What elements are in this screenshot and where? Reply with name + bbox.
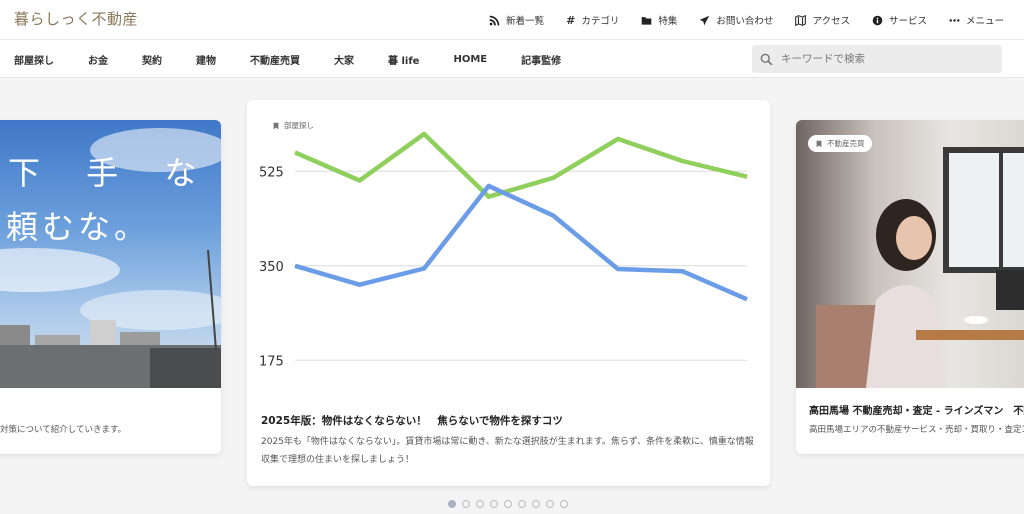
image-text-line-1: 下 手 な: [8, 154, 215, 192]
card-right-title[interactable]: 高田馬場 不動産売却・査定 - ラインズマン 不動: [809, 402, 1024, 417]
carousel-dot-6[interactable]: [518, 500, 526, 508]
nav-new-list-label: 新着一覧: [506, 16, 545, 27]
search-input[interactable]: [781, 53, 981, 65]
nav-menu-label: メニュー: [965, 16, 1004, 27]
top-nav: 新着一覧 # カテゴリ 特集 お問い合わせ アクセス サービス メニュー: [489, 0, 1004, 40]
search-box[interactable]: [752, 45, 1002, 73]
category-life[interactable]: 暮 life: [388, 52, 419, 67]
rss-icon: [489, 15, 500, 25]
carousel-card-right[interactable]: 不動産売買 高田馬場 不動産売却・査定 - ラインズマン 不動 高田馬場エリアの…: [796, 120, 1024, 454]
search-icon: [760, 53, 773, 65]
category-building[interactable]: 建物: [196, 52, 216, 67]
site-logo[interactable]: 暮らしっく不動産: [14, 8, 138, 29]
top-bar: 暮らしっく不動産 新着一覧 # カテゴリ 特集 お問い合わせ アクセス サービス…: [0, 0, 1024, 40]
nav-category-label: カテゴリ: [581, 16, 620, 27]
carousel-dot-2[interactable]: [462, 500, 470, 508]
nav-contact[interactable]: お問い合わせ: [699, 13, 773, 27]
carousel-dot-3[interactable]: [476, 500, 484, 508]
category-home[interactable]: HOME: [453, 54, 487, 65]
y-tick-label-175: 175: [259, 354, 284, 369]
card-right-category-label: 不動産売買: [827, 139, 865, 148]
series-line-1: [294, 131, 748, 199]
category-room-search[interactable]: 部屋探し: [14, 52, 54, 67]
carousel-dot-9[interactable]: [560, 500, 568, 508]
category-landlord[interactable]: 大家: [334, 52, 354, 67]
hash-icon: #: [566, 13, 576, 27]
card-right-category-badge[interactable]: 不動産売買: [808, 135, 872, 152]
card-image-office: [796, 120, 1024, 388]
nav-menu[interactable]: メニュー: [949, 13, 1004, 27]
nav-access[interactable]: アクセス: [795, 13, 850, 27]
y-tick-label-350: 350: [259, 260, 284, 275]
nav-service-label: サービス: [888, 16, 927, 27]
category-real-estate-trade[interactable]: 不動産売買: [250, 52, 300, 67]
carousel-dot-5[interactable]: [504, 500, 512, 508]
nav-service[interactable]: サービス: [872, 13, 927, 27]
category-list: 部屋探し お金 契約 建物 不動産売買 大家 暮 life HOME 記事監修: [14, 40, 595, 78]
nav-category[interactable]: # カテゴリ: [566, 13, 620, 28]
info-icon: [872, 15, 883, 25]
carousel-dot-1[interactable]: [448, 500, 456, 508]
category-money[interactable]: お金: [88, 52, 108, 67]
carousel-dot-7[interactable]: [532, 500, 540, 508]
ellipsis-icon: [949, 18, 960, 22]
office-photo-illustration: [816, 147, 1024, 388]
nav-new-list[interactable]: 新着一覧: [489, 13, 544, 27]
carousel-card-center[interactable]: 部屋探し 175 350 525 2025年版：物件はなくならない！ 焦らないで物件…: [247, 100, 770, 486]
y-tick-label-525: 525: [259, 165, 284, 180]
carousel-pagination: [448, 500, 568, 508]
nav-contact-label: お問い合わせ: [716, 16, 774, 27]
category-supervision[interactable]: 記事監修: [521, 52, 561, 67]
series-line-2: [294, 183, 748, 302]
nav-access-label: アクセス: [812, 16, 850, 27]
paper-plane-icon: [700, 15, 710, 25]
card-center-excerpt-line-1: 2025年も「物件はなくならない」。賃貸市場は常に動き、新たな選択肢が生まれます…: [261, 437, 754, 447]
category-contract[interactable]: 契約: [142, 52, 162, 67]
nav-feature[interactable]: 特集: [641, 13, 677, 27]
carousel-dot-4[interactable]: [490, 500, 498, 508]
carousel-card-left[interactable]: 下 手 な に頼むな。 対策について紹介していきます。: [0, 120, 221, 454]
card-center-excerpt-line-2: 収集で理想の住まいを探しましょう！: [261, 455, 415, 465]
carousel-dot-8[interactable]: [546, 500, 554, 508]
folder-icon: [642, 16, 652, 25]
card-image-sky: 下 手 な に頼むな。: [0, 120, 221, 388]
map-icon: [795, 14, 807, 26]
card-center-title[interactable]: 2025年版：物件はなくならない！ 焦らないで物件を探すコツ: [261, 413, 563, 428]
card-left-excerpt: 対策について紹介していきます。: [0, 425, 127, 435]
bookmark-icon: [816, 140, 822, 147]
card-right-excerpt: 高田馬場エリアの不動産サービス・売却・買取り・査定1 高: [809, 425, 1024, 435]
image-text-line-2: に頼むな。: [0, 208, 151, 246]
line-chart: 175 350 525: [259, 131, 748, 369]
nav-feature-label: 特集: [658, 16, 678, 27]
